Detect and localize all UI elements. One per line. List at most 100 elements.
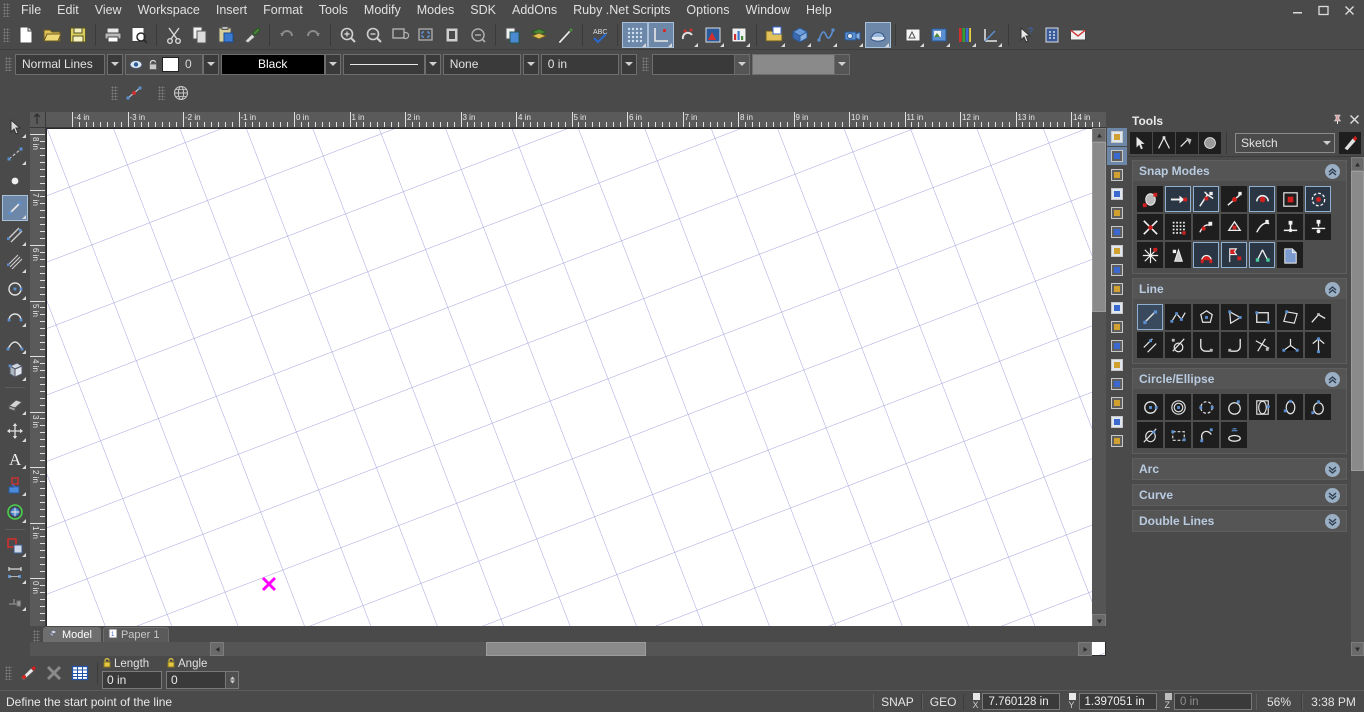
expand-chevron-icon[interactable] bbox=[1325, 513, 1340, 529]
select-arrow-icon[interactable] bbox=[2, 114, 28, 140]
tools-panel-scrollbar[interactable] bbox=[1351, 157, 1364, 656]
snap-marker-icon[interactable] bbox=[1221, 242, 1247, 268]
double-line-icon[interactable] bbox=[2, 222, 28, 248]
section-header-snap-modes[interactable]: Snap Modes bbox=[1133, 161, 1346, 181]
modify-entity-icon[interactable] bbox=[2, 533, 28, 559]
zoom-window-icon[interactable] bbox=[387, 22, 413, 48]
snap-magnet-icon[interactable] bbox=[674, 22, 700, 48]
spellcheck-abc-icon[interactable]: ABC bbox=[587, 22, 613, 48]
line-tool-icon[interactable] bbox=[2, 195, 28, 221]
ellipse-axis-icon[interactable] bbox=[1305, 394, 1331, 420]
line-type-combo[interactable]: Normal Lines bbox=[15, 53, 105, 75]
menu-modify[interactable]: Modify bbox=[356, 1, 409, 19]
tools-palette-icon[interactable] bbox=[1107, 128, 1127, 146]
command-spinner-angle[interactable] bbox=[226, 671, 239, 689]
extra-combo-2-arrow[interactable] bbox=[833, 54, 849, 74]
line-parallel-icon[interactable] bbox=[1137, 332, 1163, 358]
image-palette-icon[interactable] bbox=[1107, 166, 1127, 184]
maximize-icon[interactable] bbox=[1310, 1, 1336, 19]
line-style-preview[interactable] bbox=[342, 53, 425, 75]
section-header-double-lines[interactable]: Double Lines bbox=[1133, 511, 1346, 531]
menu-help[interactable]: Help bbox=[798, 1, 840, 19]
snap-extension-icon[interactable] bbox=[1305, 214, 1331, 240]
cut-scissors-icon[interactable] bbox=[161, 22, 187, 48]
menu-edit[interactable]: Edit bbox=[49, 1, 87, 19]
collapse-chevron-icon[interactable] bbox=[1325, 163, 1340, 179]
layer-visible-icon[interactable] bbox=[128, 57, 143, 72]
dropdown-corner-icon[interactable] bbox=[972, 42, 976, 47]
z-lock-icon[interactable] bbox=[1164, 693, 1172, 700]
sketch-settings-icon[interactable] bbox=[1339, 132, 1361, 154]
polyline-node-icon[interactable] bbox=[121, 80, 147, 106]
move-tool-icon[interactable] bbox=[2, 418, 28, 444]
dropdown-corner-icon[interactable] bbox=[694, 42, 698, 47]
copy-icon[interactable] bbox=[187, 22, 213, 48]
pen-icon[interactable] bbox=[552, 22, 578, 48]
layer-color-swatch[interactable] bbox=[162, 56, 179, 72]
print-preview-icon[interactable] bbox=[126, 22, 152, 48]
line-trim-icon[interactable] bbox=[1249, 332, 1275, 358]
solid-palette-icon[interactable] bbox=[1107, 413, 1127, 431]
circle-tool-icon[interactable] bbox=[2, 276, 28, 302]
isometric-cube-icon[interactable] bbox=[787, 22, 813, 48]
zoom-in-icon[interactable] bbox=[335, 22, 361, 48]
line-rectangle-icon[interactable] bbox=[1249, 304, 1275, 330]
paste-icon[interactable] bbox=[213, 22, 239, 48]
menu-file[interactable]: File bbox=[13, 1, 49, 19]
snap-quadrant-icon[interactable] bbox=[1305, 186, 1331, 212]
menu-format[interactable]: Format bbox=[255, 1, 311, 19]
scroll-up-button[interactable] bbox=[1092, 128, 1106, 142]
curve-tool-icon[interactable] bbox=[2, 330, 28, 356]
zoom-page-icon[interactable] bbox=[439, 22, 465, 48]
layer-dropdown-arrow[interactable] bbox=[202, 53, 219, 75]
layer-lock-icon[interactable] bbox=[145, 57, 160, 72]
save-disk-icon[interactable] bbox=[65, 22, 91, 48]
select-mode-icon[interactable] bbox=[1130, 132, 1152, 154]
line-single-icon[interactable] bbox=[1137, 304, 1163, 330]
slab-solid-icon[interactable] bbox=[2, 391, 28, 417]
command-cancel-icon[interactable] bbox=[41, 660, 67, 686]
panel-scroll-up-button[interactable] bbox=[1351, 157, 1364, 171]
layout-palette-icon[interactable] bbox=[1107, 394, 1127, 412]
props-palette-icon[interactable] bbox=[1107, 356, 1127, 374]
section-header-circle-ellipse[interactable]: Circle/Ellipse bbox=[1133, 369, 1346, 389]
scroll-left-button[interactable] bbox=[210, 642, 224, 656]
snap-magnet-mode-icon[interactable] bbox=[1193, 242, 1219, 268]
snap-grid-icon[interactable] bbox=[1165, 214, 1191, 240]
y-lock-icon[interactable] bbox=[1068, 693, 1076, 700]
panel-scroll-down-button[interactable] bbox=[1351, 642, 1364, 656]
secondary-grip-1[interactable] bbox=[111, 86, 118, 100]
snap-point-icon[interactable] bbox=[1165, 186, 1191, 212]
zoom-level-indicator[interactable]: 56% bbox=[1256, 693, 1302, 710]
group-palette-icon[interactable] bbox=[1107, 280, 1127, 298]
command-pen-icon[interactable] bbox=[15, 660, 41, 686]
collapse-chevron-icon[interactable] bbox=[1325, 371, 1340, 387]
menu-sdk[interactable]: SDK bbox=[462, 1, 504, 19]
snap-nearest-icon[interactable] bbox=[1193, 214, 1219, 240]
dropdown-corner-icon[interactable] bbox=[22, 242, 26, 246]
expand-chevron-icon[interactable] bbox=[1325, 461, 1340, 477]
secondary-grip-2[interactable] bbox=[158, 86, 165, 100]
dropdown-corner-icon[interactable] bbox=[22, 607, 26, 611]
sphere-wireframe-icon[interactable] bbox=[168, 80, 194, 106]
dropdown-corner-icon[interactable] bbox=[22, 377, 26, 381]
canvas-vertical-scrollbar[interactable] bbox=[1092, 128, 1106, 628]
dropdown-corner-icon[interactable] bbox=[22, 519, 26, 523]
block-palette-icon[interactable] bbox=[1107, 242, 1127, 260]
ruler-origin-button[interactable] bbox=[30, 112, 46, 128]
lock-icon[interactable] bbox=[166, 657, 176, 671]
horizontal-ruler[interactable]: -4 in -3 in -2 in -1 in 0 in 1 in 2 in 3 in 4 in… bbox=[46, 112, 1106, 128]
dropdown-corner-icon[interactable] bbox=[720, 42, 724, 47]
line-perpendicular-icon[interactable] bbox=[1305, 332, 1331, 358]
snap-apparent-icon[interactable] bbox=[1137, 242, 1163, 268]
zoom-extents-icon[interactable] bbox=[413, 22, 439, 48]
dropdown-corner-icon[interactable] bbox=[920, 42, 924, 47]
arrow-style-combo[interactable]: None bbox=[442, 53, 521, 75]
zoom-previous-icon[interactable] bbox=[465, 22, 491, 48]
snap-insertion-icon[interactable] bbox=[1277, 186, 1303, 212]
render-globe-icon[interactable] bbox=[2, 499, 28, 525]
layer-palette-icon[interactable] bbox=[1107, 337, 1127, 355]
circle-3point-icon[interactable] bbox=[1221, 394, 1247, 420]
dropdown-corner-icon[interactable] bbox=[998, 42, 1002, 47]
mesh-palette-icon[interactable] bbox=[1107, 432, 1127, 450]
